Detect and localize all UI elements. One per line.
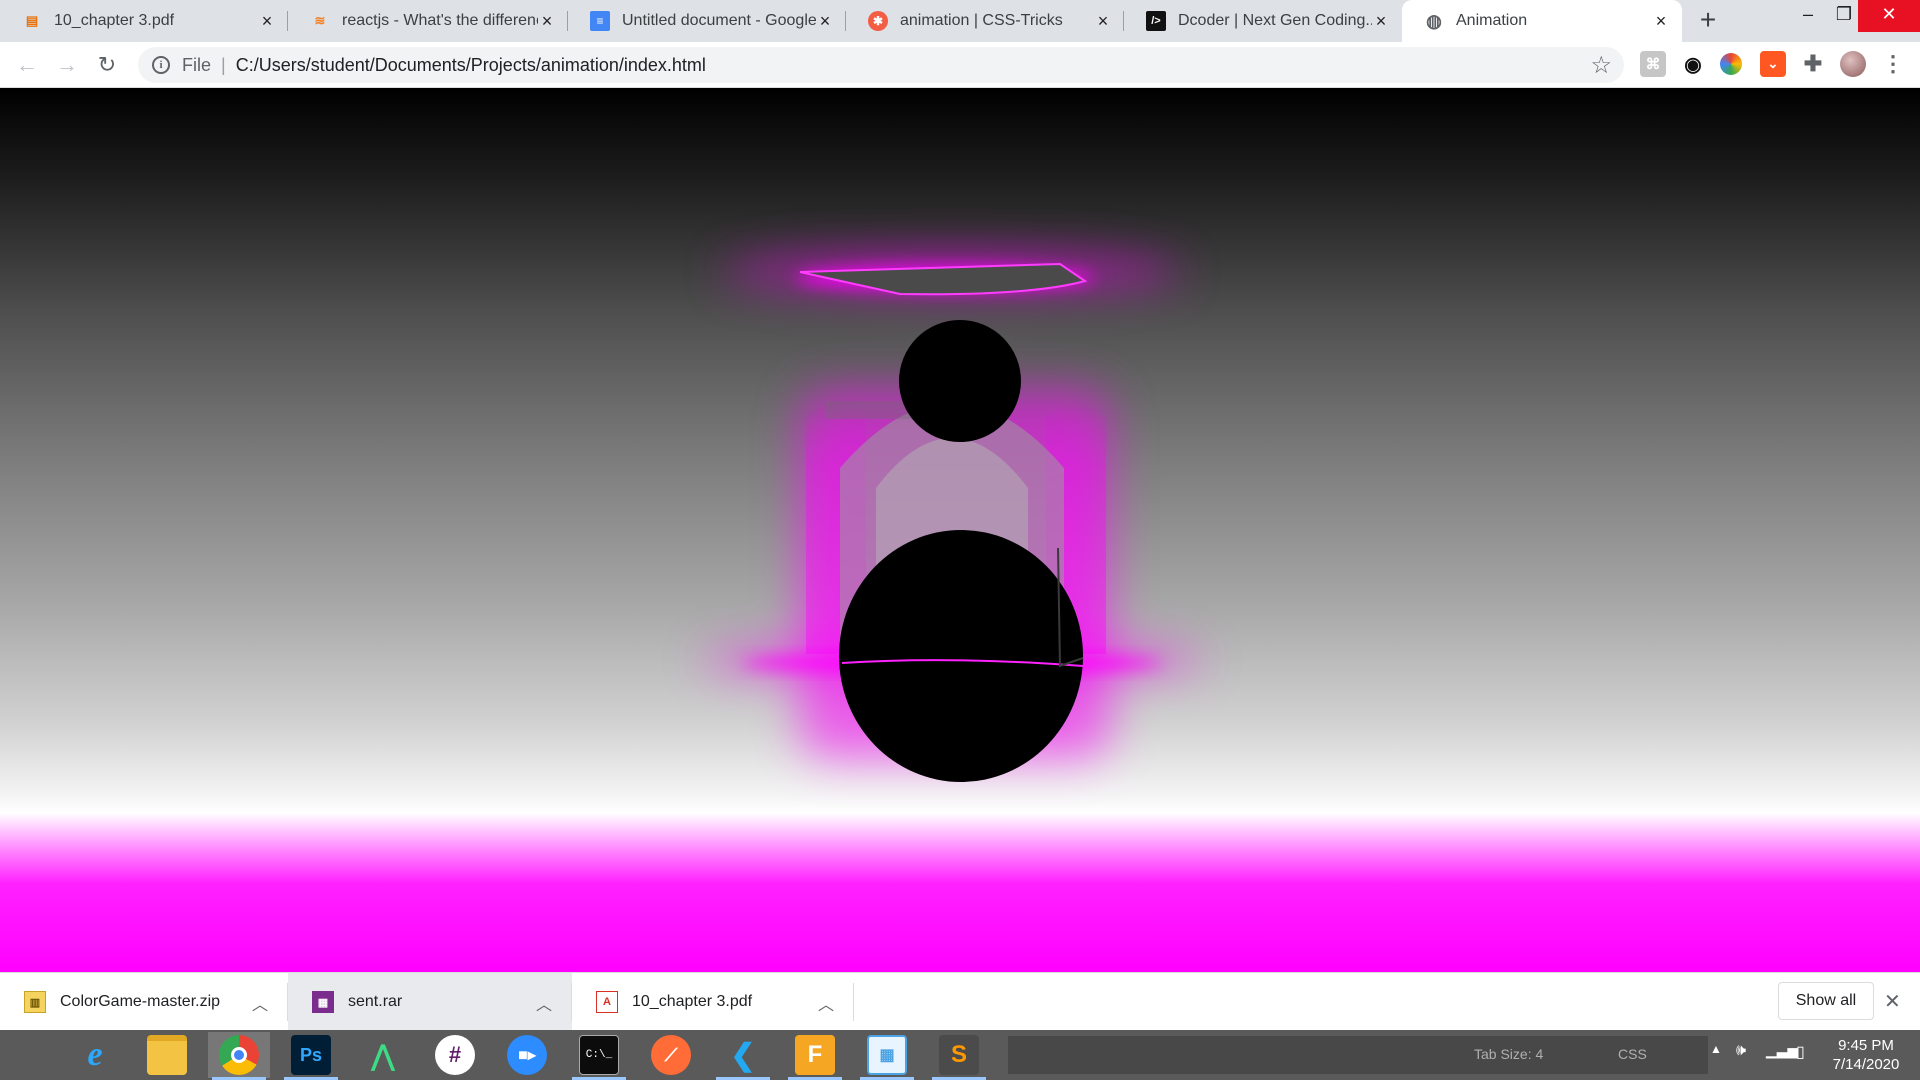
pocket-extension-icon[interactable]: ⌄ — [1760, 51, 1786, 77]
address-bar[interactable]: i File | C:/Users/student/Documents/Proj… — [138, 47, 1624, 83]
tab-title: animation | CSS-Tricks — [900, 12, 1063, 29]
photoshop-icon[interactable]: Ps — [280, 1032, 342, 1080]
extensions-puzzle-icon[interactable]: ✚ — [1800, 51, 1826, 77]
menu-kebab-icon[interactable]: ⋮ — [1880, 51, 1906, 77]
css-tricks-icon: ✱ — [868, 11, 888, 31]
tab-dcoder[interactable]: /> Dcoder | Next Gen Coding... × — [1124, 0, 1402, 42]
dcoder-icon: /> — [1146, 11, 1166, 31]
pdf-file-icon: A — [596, 991, 618, 1013]
network-icon[interactable]: ▁▃▅ — [1766, 1042, 1798, 1059]
globe-icon: ◍ — [1426, 10, 1442, 31]
forward-button[interactable]: → — [50, 48, 84, 82]
slack-icon[interactable]: # — [424, 1032, 486, 1078]
chevron-up-icon[interactable]: ︿ — [818, 991, 834, 1015]
close-icon[interactable]: × — [1652, 12, 1670, 30]
battery-icon[interactable]: ▯ — [1796, 1042, 1805, 1062]
chrome-icon[interactable] — [208, 1032, 270, 1080]
volume-icon[interactable]: 🕪 — [1736, 1042, 1746, 1060]
calendar-app-icon[interactable]: ▦ — [856, 1032, 918, 1080]
sublime-text-icon[interactable]: S — [928, 1032, 990, 1080]
tab-animation-css-tricks[interactable]: ✱ animation | CSS-Tricks × — [846, 0, 1124, 42]
close-icon[interactable]: × — [258, 12, 276, 30]
zoom-icon[interactable]: ■▸ — [496, 1032, 558, 1078]
android-studio-icon[interactable]: ⋀ — [352, 1032, 414, 1078]
chevron-up-icon[interactable]: ︿ — [536, 991, 552, 1015]
windows-taskbar: e Ps ⋀ # ■▸ C:\_ ⟋ ❮ F ▦ S Tab Size: 4 C… — [0, 1030, 1920, 1080]
tab-animation[interactable]: ◍ Animation × — [1402, 0, 1682, 42]
close-icon[interactable]: × — [1372, 12, 1390, 30]
download-item[interactable]: ▥ ColorGame-master.zip ︿ — [0, 973, 288, 1031]
clock-date: 7/14/2020 — [1832, 1056, 1900, 1073]
status-syntax: CSS — [1618, 1046, 1647, 1062]
windows-start-icon[interactable] — [0, 1032, 62, 1078]
minimize-button[interactable]: – — [1788, 0, 1828, 32]
url-divider: | — [221, 54, 226, 75]
show-all-button[interactable]: Show all — [1778, 982, 1874, 1020]
postman-icon[interactable]: ⟋ — [640, 1032, 702, 1078]
back-button[interactable]: ← — [10, 48, 44, 82]
download-file-name: ColorGame-master.zip — [60, 993, 221, 1010]
tab-title: 10_chapter 3.pdf — [54, 12, 175, 29]
new-tab-button[interactable]: + — [1692, 5, 1724, 37]
body-circle — [839, 530, 1084, 782]
download-item[interactable]: ▦ sent.rar ︿ — [288, 973, 572, 1031]
url-protocol: File — [182, 54, 212, 75]
internet-explorer-icon[interactable]: e — [64, 1032, 126, 1078]
tab-title: reactjs - What's the difference — [342, 12, 538, 29]
clock-time: 9:45 PM — [1838, 1037, 1894, 1054]
chat-extension-icon[interactable]: ◉ — [1680, 51, 1706, 77]
tab-title: Untitled document - Google D — [622, 12, 816, 29]
taskbar-background-window — [1008, 1036, 1708, 1074]
site-info-icon[interactable]: i — [152, 56, 170, 74]
bookmark-star-icon[interactable]: ☆ — [1590, 51, 1612, 80]
color-picker-extension-icon[interactable] — [1720, 53, 1742, 75]
taskbar-clock[interactable]: 9:45 PM 7/14/2020 — [1818, 1036, 1914, 1074]
chevron-up-icon[interactable]: ︿ — [252, 991, 268, 1015]
download-item[interactable]: A 10_chapter 3.pdf ︿ — [572, 973, 854, 1031]
close-icon[interactable]: × — [816, 12, 834, 30]
browser-toolbar: ← → ↻ i File | C:/Users/student/Document… — [0, 42, 1920, 88]
file-explorer-icon[interactable] — [136, 1032, 198, 1078]
download-file-name: 10_chapter 3.pdf — [632, 993, 753, 1010]
status-tab-size: Tab Size: 4 — [1474, 1046, 1544, 1062]
rar-file-icon: ▦ — [312, 991, 334, 1013]
animation-scene — [702, 254, 1202, 782]
tab-title: Animation — [1456, 12, 1528, 29]
pdf-extension-icon[interactable]: ⌘ — [1640, 51, 1666, 77]
pdf-icon: ▤ — [25, 13, 39, 28]
profile-avatar[interactable] — [1840, 51, 1866, 77]
close-icon[interactable]: × — [538, 12, 556, 30]
tab-reactjs-difference[interactable]: ≋ reactjs - What's the difference × — [288, 0, 568, 42]
command-prompt-icon[interactable]: C:\_ — [568, 1032, 630, 1080]
stackoverflow-icon: ≋ — [314, 13, 326, 28]
window-close-button[interactable]: ✕ — [1858, 0, 1920, 32]
tab-10-chapter-3-pdf[interactable]: ▤ 10_chapter 3.pdf × — [0, 0, 288, 42]
download-shelf: ▥ ColorGame-master.zip ︿ ▦ sent.rar ︿ A … — [0, 972, 1920, 1031]
tray-chevron-up-icon[interactable]: ▲ — [1710, 1042, 1722, 1056]
fusion-360-icon[interactable]: F — [784, 1032, 846, 1080]
url-text[interactable]: C:/Users/student/Documents/Projects/anim… — [236, 55, 706, 76]
zip-file-icon: ▥ — [24, 991, 46, 1013]
vscode-icon[interactable]: ❮ — [712, 1032, 774, 1080]
google-docs-icon: ≡ — [590, 11, 610, 31]
close-icon[interactable]: × — [1094, 12, 1112, 30]
tab-title: Dcoder | Next Gen Coding... — [1178, 12, 1372, 29]
page-viewport — [0, 88, 1920, 972]
download-file-name: sent.rar — [348, 993, 403, 1010]
close-icon[interactable]: ✕ — [1884, 989, 1901, 1014]
reload-button[interactable]: ↻ — [90, 48, 124, 82]
tab-untitled-document[interactable]: ≡ Untitled document - Google D × — [568, 0, 846, 42]
head-circle — [899, 320, 1021, 442]
browser-tab-strip: ▤ 10_chapter 3.pdf × ≋ reactjs - What's … — [0, 0, 1920, 42]
